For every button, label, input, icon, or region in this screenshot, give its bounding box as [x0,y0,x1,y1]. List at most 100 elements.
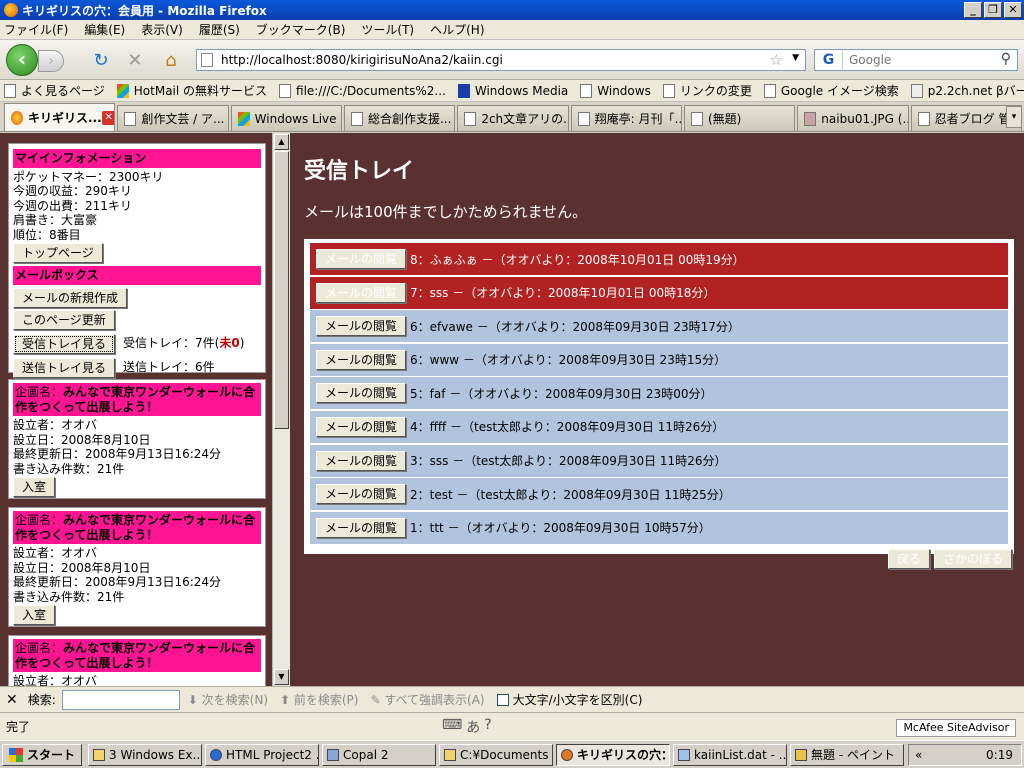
close-find-icon[interactable]: ✕ [6,692,18,708]
taskbar-item[interactable]: 3 Windows Ex... [88,743,203,766]
tab-item[interactable]: 総合創作支援... [343,105,456,131]
bookmark-item[interactable]: p2.2ch.net βバージョン [910,82,1024,99]
project-card: 企画名：みんなで東京ワンダーウォールに合作をつくって出展しよう！ 設立者：オオバ [8,635,266,686]
taskbar-item[interactable]: C:¥Documents ... [439,743,554,766]
help-icon[interactable]: ? [484,717,491,737]
bookmark-item[interactable]: file:///C:/Documents%2... [279,83,446,98]
home-icon[interactable]: ⌂ [160,50,182,72]
tab-item[interactable]: 創作文芸 / ア... [117,105,229,131]
view-inbox-button[interactable]: 受信トレイ見る [13,333,116,354]
view-mail-button[interactable]: メールの閲覧 [316,349,407,370]
url-dropdown-icon[interactable]: ▼ [792,53,799,63]
menu-view[interactable]: 表示(V) [141,21,183,38]
project-card: 企画名：みんなで東京ワンダーウォールに合作をつくって出展しよう！ 設立者：オオバ… [8,507,266,627]
app-icon [327,748,340,761]
window-titlebar: キリギリスの穴：会員用 - Mozilla Firefox _ ❐ ✕ [0,0,1024,20]
search-bar[interactable]: G ⚲ [814,49,1018,71]
bookmark-item[interactable]: Windows [580,83,651,98]
google-engine-icon[interactable]: G [815,50,843,70]
menu-edit[interactable]: 編集(E) [84,21,125,38]
start-button[interactable]: スタート [2,743,83,766]
view-mail-button[interactable]: メールの閲覧 [316,383,407,404]
highlight-all-button[interactable]: ✎ すべて強調表示(A) [370,691,484,708]
view-mail-button[interactable]: メールの閲覧 [316,517,407,538]
enter-room-button[interactable]: 入室 [13,605,56,625]
mcafee-siteadvisor-badge[interactable]: McAfee SiteAdvisor [896,719,1016,737]
tray-expand-icon[interactable]: « [915,748,922,762]
menu-help[interactable]: ヘルプ(H) [430,21,484,38]
back-page-button[interactable]: 戻る [888,549,931,569]
bookmark-item[interactable]: Google イメージ検索 [763,82,899,99]
mail-row: メールの閲覧 5：faf －（オオバより：2008年09月30日 23時00分） [310,377,1008,410]
scroll-down-icon[interactable]: ▼ [274,669,289,685]
search-icon[interactable]: ⚲ [1001,51,1011,67]
view-outbox-button[interactable]: 送信トレイ見る [13,357,116,378]
taskbar-item[interactable]: kaiinList.dat - ... [673,743,788,766]
menu-tools[interactable]: ツール(T) [361,21,414,38]
view-mail-button[interactable]: メールの閲覧 [316,416,407,437]
windows-media-icon [457,83,470,98]
mail-row: メールの閲覧 3：sss －（test太郎より：2008年09月30日 11時26… [310,444,1008,477]
taskbar-item[interactable]: 無題 - ペイント [790,743,905,766]
sidebar-scrollbar[interactable]: ▲ ▼ [272,133,290,686]
view-mail-button[interactable]: メールの閲覧 [316,450,407,471]
taskbar-item[interactable]: Copal 2 [322,743,437,766]
pagination-buttons: 戻る さかのぼる [888,548,1013,570]
view-mail-button[interactable]: メールの閲覧 [316,249,407,269]
find-prev-button[interactable]: ⬆ 前を検索(P) [280,691,358,708]
bookmark-star-icon[interactable]: ☆ [770,51,783,69]
tab-item[interactable]: 2ch文章アリの... [457,105,569,131]
match-case-checkbox[interactable] [496,693,509,706]
top-page-button[interactable]: トップページ [13,243,103,263]
back-button[interactable]: ‹ [6,44,38,76]
tab-item[interactable]: 翔庵亭: 月刊「... [570,105,682,131]
view-mail-button[interactable]: メールの閲覧 [316,484,407,505]
tab-item[interactable]: naibu01.JPG (... [797,105,909,131]
project-date: 設立日：2008年8月10日 [13,432,151,447]
restore-icon[interactable]: ❐ [984,2,1002,18]
close-icon[interactable]: ✕ [1004,2,1022,18]
new-mail-button[interactable]: メールの新規作成 [13,287,128,308]
inbox-count: 受信トレイ：7件(未0) [123,336,245,351]
bookmark-item[interactable]: よく見るページ [4,82,105,99]
tab-list-icon[interactable]: ▾ [1006,106,1022,128]
tab-close-icon[interactable]: ✕ [101,110,115,125]
menu-history[interactable]: 履歴(S) [199,21,240,38]
menu-file[interactable]: ファイル(F) [4,21,68,38]
refresh-page-button[interactable]: このページ更新 [13,309,115,330]
tab-kirigirisu[interactable]: キリギリス... ✕ [4,103,116,131]
minimize-icon[interactable]: _ [964,2,982,18]
project-name: 企画名：みんなで東京ワンダーウォールに合作をつくって出展しよう！ [13,383,261,416]
view-mail-button[interactable]: メールの閲覧 [316,316,407,337]
user-rank: 順位：8番目 [13,227,81,242]
inbox-main: 受信トレイ メールは100件までしかためられません。 メールの閲覧 8：ふぁふぁ … [290,133,1024,686]
search-input[interactable] [849,53,989,67]
scroll-up-icon[interactable]: ▲ [274,134,289,150]
url-input[interactable] [221,53,741,67]
taskbar-item[interactable]: HTML Project2 ... [205,743,320,766]
menu-bookmarks[interactable]: ブックマーク(B) [256,21,346,38]
bookmark-item[interactable]: リンクの変更 [662,82,752,99]
forward-button[interactable]: › [38,50,64,72]
tab-item[interactable]: Windows Live ... [230,105,342,131]
view-mail-button[interactable]: メールの閲覧 [316,282,407,303]
scroll-thumb[interactable] [274,151,289,429]
find-input[interactable] [61,689,180,710]
find-next-button[interactable]: ⬇ 次を検索(N) [188,691,268,708]
url-bar[interactable]: ☆ ▼ [196,49,806,71]
enter-room-button[interactable]: 入室 [13,477,56,497]
firefox-icon [4,3,18,17]
reload-icon[interactable]: ↻ [90,50,112,72]
tab-item[interactable]: (無題) [683,105,796,131]
keyboard-icon[interactable]: ⌨ [442,717,462,737]
mail-row: メールの閲覧 2：test －（test太郎より：2008年09月30日 11時2… [310,478,1008,511]
ime-icon[interactable]: あ [466,717,480,737]
bookmark-item[interactable]: Windows Media [457,83,568,98]
bookmark-item[interactable]: HotMail の無料サービス [116,82,267,99]
stop-icon[interactable]: ✕ [124,50,146,72]
mail-summary: 4：ffff －（test太郎より：2008年09月30日 11時26分） [410,420,725,435]
p2-icon [910,83,923,98]
match-case-label: 大文字/小文字を区別(C) [512,693,643,707]
taskbar-item-active[interactable]: キリギリスの穴：... [556,743,671,766]
older-mail-button[interactable]: さかのぼる [934,549,1013,569]
